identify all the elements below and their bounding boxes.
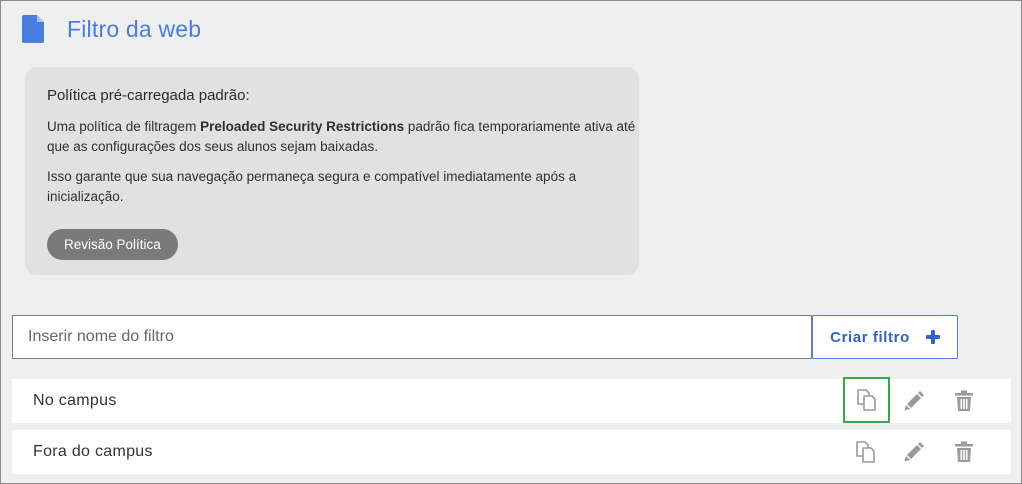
- filter-name-input[interactable]: [12, 315, 812, 359]
- create-filter-label: Criar filtro: [830, 328, 910, 346]
- delete-button[interactable]: [942, 430, 986, 474]
- trash-icon: [955, 390, 973, 411]
- filter-row-off-campus: Fora do campus: [12, 430, 1011, 474]
- copy-icon: [856, 441, 875, 463]
- pencil-icon: [904, 442, 924, 462]
- filter-name: Fora do campus: [33, 443, 153, 460]
- policy-heading: Política pré-carregada padrão:: [47, 87, 250, 104]
- edit-button[interactable]: [892, 379, 936, 423]
- review-policy-button[interactable]: Revisão Política: [47, 229, 178, 260]
- copy-icon: [856, 389, 876, 411]
- policy-name: Preloaded Security Restrictions: [200, 119, 405, 134]
- filter-row-on-campus: No campus: [12, 377, 1011, 423]
- policy-note: Isso garante que sua navegação permaneça…: [47, 169, 577, 204]
- document-icon: [22, 15, 44, 43]
- page-header: Filtro da web: [22, 14, 201, 44]
- page-title: Filtro da web: [67, 15, 202, 42]
- create-filter-row: Criar filtro: [12, 315, 958, 359]
- edit-button[interactable]: [892, 430, 936, 474]
- policy-description: Uma política de filtragem Preloaded Secu…: [47, 117, 647, 157]
- copy-button[interactable]: [843, 377, 890, 423]
- trash-icon: [955, 441, 973, 462]
- copy-button[interactable]: [844, 430, 888, 474]
- policy-description-start: Uma política de filtragem: [47, 119, 201, 134]
- preloaded-policy-card: Política pré-carregada padrão: Uma polít…: [25, 67, 639, 275]
- pencil-icon: [904, 391, 924, 411]
- delete-button[interactable]: [942, 379, 986, 423]
- filter-name: No campus: [33, 392, 117, 409]
- create-filter-button[interactable]: Criar filtro: [812, 315, 958, 359]
- plus-icon: [925, 330, 940, 344]
